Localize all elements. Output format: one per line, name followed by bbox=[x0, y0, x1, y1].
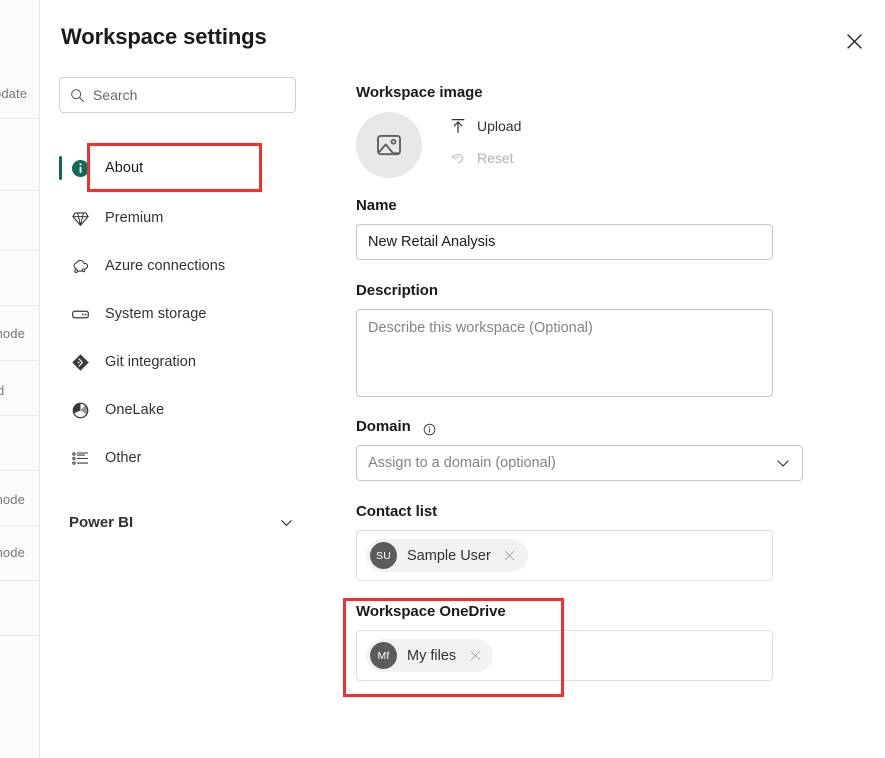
sidebar-item-premium[interactable]: Premium bbox=[59, 198, 304, 238]
nav-group-label: Power BI bbox=[69, 514, 133, 531]
domain-dropdown[interactable]: Assign to a domain (optional) bbox=[356, 445, 803, 481]
storage-icon bbox=[69, 305, 91, 324]
background-text-fragment: mode bbox=[0, 326, 25, 341]
sidebar-item-label: Git integration bbox=[105, 354, 196, 370]
sidebar-item-label: OneLake bbox=[105, 402, 164, 418]
background-row-divider bbox=[0, 580, 40, 581]
workspace-onedrive-label: Workspace OneDrive bbox=[356, 603, 506, 620]
selected-indicator bbox=[59, 156, 62, 180]
background-row-divider bbox=[0, 525, 40, 526]
persona-pill: SU Sample User bbox=[366, 539, 528, 572]
info-outline-icon[interactable] bbox=[423, 423, 436, 436]
workspace-image-label: Workspace image bbox=[356, 84, 483, 101]
search-icon bbox=[70, 88, 85, 103]
background-row-divider bbox=[0, 118, 40, 119]
persona-pill: Mf My files bbox=[366, 639, 493, 672]
background-text-fragment: odate bbox=[0, 86, 27, 101]
workspace-onedrive-field[interactable]: Mf My files bbox=[356, 630, 773, 681]
sidebar-item-azure-connections[interactable]: Azure connections bbox=[59, 246, 304, 286]
avatar: SU bbox=[370, 542, 397, 569]
background-text-fragment: d bbox=[0, 383, 4, 398]
sidebar-item-label: Other bbox=[105, 450, 142, 466]
close-icon[interactable] bbox=[465, 646, 485, 666]
search-box[interactable] bbox=[59, 77, 296, 113]
sidebar-item-label: Premium bbox=[105, 210, 163, 226]
background-text-fragment: mode bbox=[0, 545, 25, 560]
upload-label: Upload bbox=[477, 118, 521, 134]
image-placeholder-icon[interactable] bbox=[356, 112, 422, 178]
contact-list-label: Contact list bbox=[356, 503, 437, 520]
diamond-icon bbox=[69, 209, 91, 228]
persona-name: Sample User bbox=[407, 548, 491, 564]
background-row-divider bbox=[0, 360, 40, 361]
sidebar-item-label: About bbox=[105, 160, 143, 176]
background-text-fragment: mode bbox=[0, 492, 25, 507]
nav-group-power-bi[interactable]: Power BI bbox=[59, 502, 304, 542]
close-icon[interactable] bbox=[500, 546, 520, 566]
workspace-settings-panel: Workspace settings About Premium Azure con… bbox=[40, 0, 885, 758]
background-row-divider bbox=[0, 250, 40, 251]
chevron-down-icon bbox=[775, 455, 791, 471]
onelake-icon bbox=[69, 401, 91, 420]
sidebar-item-label: Azure connections bbox=[105, 258, 225, 274]
background-row-divider bbox=[0, 305, 40, 306]
git-icon bbox=[69, 353, 91, 372]
reset-image-button: Reset bbox=[448, 150, 514, 166]
sidebar-item-git-integration[interactable]: Git integration bbox=[59, 342, 304, 382]
page-title: Workspace settings bbox=[61, 24, 267, 50]
sidebar-item-system-storage[interactable]: System storage bbox=[59, 294, 304, 334]
name-input[interactable] bbox=[356, 224, 773, 260]
info-circle-icon bbox=[69, 159, 91, 178]
background-row-divider bbox=[0, 470, 40, 471]
background-row-divider bbox=[0, 415, 40, 416]
upload-image-button[interactable]: Upload bbox=[448, 118, 521, 134]
sidebar-item-label: System storage bbox=[105, 306, 206, 322]
sidebar-item-other[interactable]: Other bbox=[59, 438, 304, 478]
description-label: Description bbox=[356, 282, 438, 299]
list-icon bbox=[69, 449, 91, 468]
contact-list-field[interactable]: SU Sample User bbox=[356, 530, 773, 581]
background-page-strip: odate mode d mode mode bbox=[0, 0, 40, 758]
search-input[interactable] bbox=[93, 87, 285, 103]
domain-label: Domain bbox=[356, 418, 411, 435]
name-label: Name bbox=[356, 197, 397, 214]
about-settings-form: Workspace image Upload bbox=[315, 70, 885, 758]
upload-icon bbox=[448, 118, 468, 134]
avatar: Mf bbox=[370, 642, 397, 669]
reset-label: Reset bbox=[477, 150, 514, 166]
undo-icon bbox=[448, 150, 468, 166]
background-row-divider bbox=[0, 190, 40, 191]
description-textarea[interactable] bbox=[356, 309, 773, 397]
domain-selected-value: Assign to a domain (optional) bbox=[368, 455, 556, 471]
sidebar-item-about[interactable]: About bbox=[59, 148, 304, 188]
background-row-divider bbox=[0, 635, 40, 636]
chevron-down-icon bbox=[279, 515, 294, 530]
cloud-link-icon bbox=[69, 257, 91, 276]
close-icon[interactable] bbox=[835, 22, 873, 60]
sidebar-item-onelake[interactable]: OneLake bbox=[59, 390, 304, 430]
settings-navigation: About Premium Azure connections System stor… bbox=[40, 70, 315, 758]
persona-name: My files bbox=[407, 648, 456, 664]
